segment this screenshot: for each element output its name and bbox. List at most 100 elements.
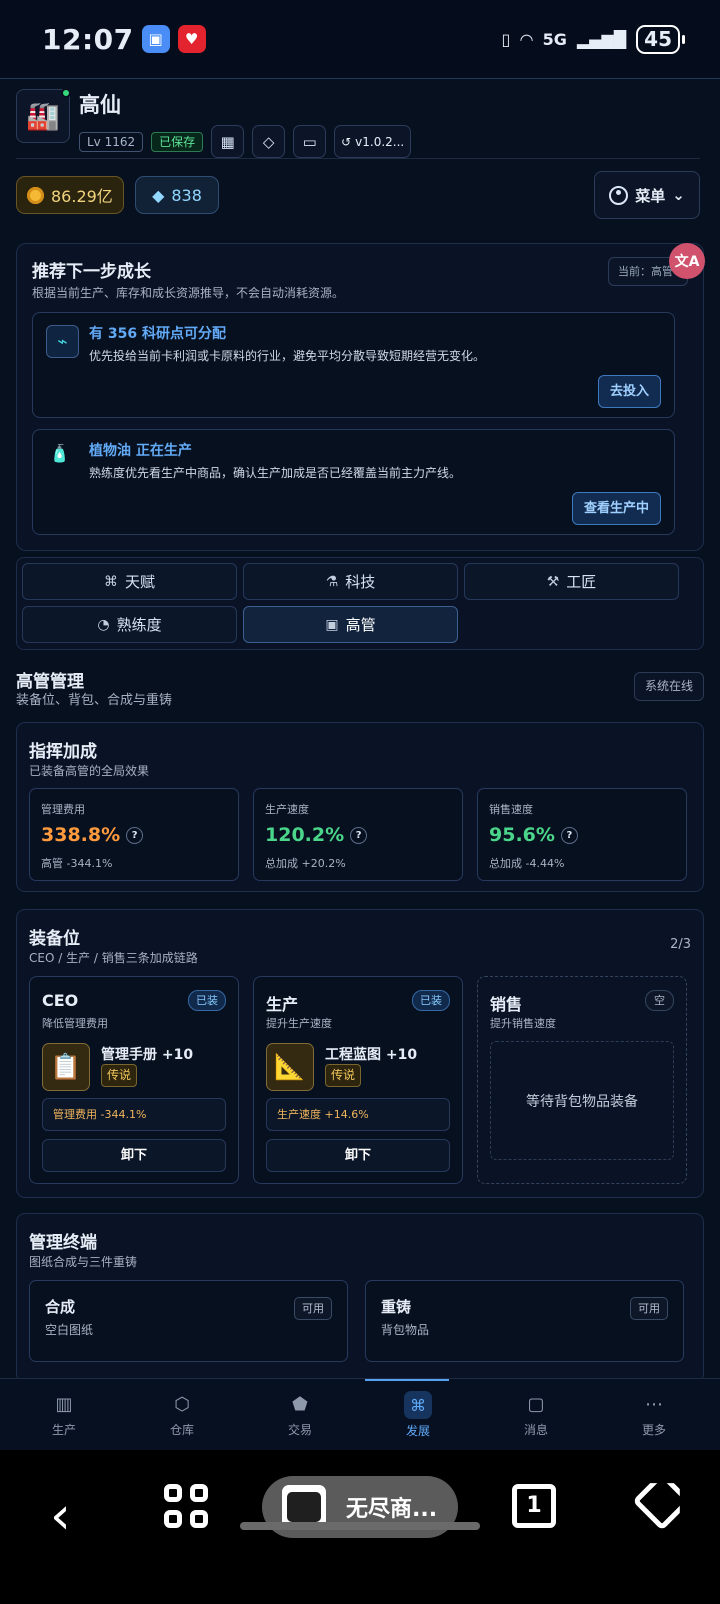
command-bonus-card: 指挥加成 已装备高管的全局效果 管理费用 338.8%? 高管 -344.1% …: [16, 722, 704, 892]
speed-icon: ◔: [97, 616, 110, 633]
more-icon: ⋯: [645, 1393, 663, 1415]
oil-bottle-icon: 🧴: [49, 444, 71, 464]
diamond-icon[interactable]: ◇: [252, 125, 286, 158]
app-content: 🏭 高仙 Lv 1162 已保存 ▦ ◇ ▭ ↺ v1.0.2... 86.29亿…: [0, 78, 720, 1383]
ceo-item-bonus: 管理费用 -344.1%: [42, 1098, 226, 1131]
level-badge: Lv 1162: [79, 131, 144, 152]
nav-messages-label: 消息: [523, 1422, 548, 1437]
production-item-bonus: 生产速度 +14.6%: [266, 1098, 450, 1131]
nav-production[interactable]: ▥ 生产: [5, 1379, 123, 1451]
sales-equipment-slot: 销售 提升销售速度 空 等待背包物品装备: [477, 976, 687, 1184]
tab-proficiency[interactable]: ◔ 熟练度: [22, 606, 237, 643]
equipment-slots-subtitle: CEO / 生产 / 销售三条加成链路: [29, 951, 198, 965]
translate-float-icon[interactable]: 文A: [669, 243, 705, 279]
nav-development[interactable]: ⌘ 发展: [359, 1379, 477, 1451]
command-bonus-title: 指挥加成: [29, 742, 97, 762]
status-time: 12:07: [42, 22, 134, 56]
research-advice-title: 有 356 科研点可分配: [89, 326, 226, 342]
tab-counter-icon[interactable]: 1: [512, 1484, 556, 1528]
invest-button[interactable]: 去投入: [597, 375, 661, 408]
equipment-slots-title: 装备位: [29, 929, 80, 949]
back-icon[interactable]: ‹: [50, 1490, 71, 1542]
research-advice-card: ⌁ 有 356 科研点可分配 优先投给当前卡利润或卡原料的行业，避免平均分散导致…: [32, 312, 675, 418]
sales-slot-subtitle: 提升销售速度: [490, 1017, 556, 1030]
sales-speed-note: 总加成 -4.44%: [489, 857, 565, 870]
nav-trade[interactable]: ⬟ 交易: [241, 1379, 359, 1451]
mobile-screen: 12:07 ▣ ♥ ▯ ◠ 5G ▂▄▆█ 45 🏭 高仙 Lv 1162 已保…: [0, 0, 720, 1604]
box-icon: ⬡: [174, 1393, 190, 1415]
nav-production-label: 生产: [51, 1422, 76, 1437]
help-icon[interactable]: ?: [350, 827, 368, 844]
ceo-equipped-badge: 已装: [188, 990, 226, 1011]
nav-messages[interactable]: ▢ 消息: [477, 1379, 595, 1451]
reforge-status: 可用: [630, 1297, 668, 1320]
management-cost-note: 高管 -344.1%: [41, 857, 113, 870]
ceo-unequip-button[interactable]: 卸下: [42, 1139, 226, 1172]
nav-more[interactable]: ⋯ 更多: [595, 1379, 713, 1451]
production-equipment-slot: 生产 提升生产速度 已装 📐 工程蓝图 +10 传说 生产速度 +14.6% 卸…: [253, 976, 463, 1184]
factory-avatar-icon[interactable]: 🏭: [16, 89, 70, 143]
reforge-subtitle: 背包物品: [381, 1323, 430, 1337]
production-unequip-button[interactable]: 卸下: [266, 1139, 450, 1172]
hammer-icon: ⚒: [546, 573, 560, 590]
sales-speed-label: 销售速度: [489, 803, 533, 816]
sales-slot-title: 销售: [490, 995, 523, 1014]
ceo-slot-title: CEO: [42, 991, 79, 1010]
briefcase-icon: ▣: [325, 616, 339, 633]
management-cost-label: 管理费用: [41, 803, 85, 816]
vibrate-icon: ▯: [501, 29, 511, 49]
help-icon[interactable]: ?: [560, 827, 578, 844]
tab-executive-label: 高管: [345, 616, 376, 634]
ceo-item-name: 管理手册 +10: [101, 1047, 194, 1063]
vault-app-icon: ▣: [141, 25, 170, 53]
profile-tags: Lv 1162 已保存 ▦ ◇ ▭ ↺ v1.0.2...: [79, 125, 412, 158]
tab-craftsman[interactable]: ⚒ 工匠: [464, 563, 679, 600]
nav-trade-label: 交易: [287, 1422, 312, 1437]
growth-tabs: ⌘ 天赋 ⚗ 科技 ⚒ 工匠 ◔ 熟练度 ▣ 高管: [16, 557, 704, 650]
chevron-down-icon: ⌄: [672, 186, 685, 204]
gem-value: 838: [171, 185, 202, 205]
synthesis-panel[interactable]: 合成 空白图纸 可用: [29, 1280, 348, 1362]
nav-warehouse-label: 仓库: [169, 1422, 194, 1437]
sales-waiting-box[interactable]: 等待背包物品装备: [490, 1041, 674, 1160]
equipment-slots-card: 装备位 CEO / 生产 / 销售三条加成链路 2/3 CEO 降低管理费用 已…: [16, 909, 704, 1198]
home-indicator[interactable]: [240, 1522, 480, 1530]
production-speed-stat: 生产速度 120.2%? 总加成 +20.2%: [253, 788, 463, 881]
factory-icon: ▥: [55, 1393, 73, 1415]
menu-button[interactable]: 菜单 ⌄: [594, 171, 700, 219]
management-terminal-card: 管理终端 图纸合成与三件重铸 合成 空白图纸 可用 重铸 背包物品 可用: [16, 1213, 704, 1383]
battery-icon: 45: [636, 24, 685, 54]
help-icon[interactable]: ?: [126, 827, 144, 844]
synthesis-status: 可用: [294, 1297, 332, 1320]
reforge-panel[interactable]: 重铸 背包物品 可用: [365, 1280, 684, 1362]
growth-icon: ⌘: [404, 1391, 432, 1419]
ceo-slot-subtitle: 降低管理费用: [42, 1017, 108, 1030]
recommendation-panel: 推荐下一步成长 根据当前生产、库存和成长资源推导，不会自动消耗资源。 当前：高管…: [16, 243, 705, 551]
gold-value: 86.29亿: [51, 187, 113, 206]
nav-warehouse[interactable]: ⬡ 仓库: [123, 1379, 241, 1451]
production-speed-note: 总加成 +20.2%: [265, 857, 346, 870]
tab-talent[interactable]: ⌘ 天赋: [22, 563, 237, 600]
account-icon: [609, 185, 629, 205]
production-speed-value: 120.2%?: [265, 824, 368, 846]
production-equipped-badge: 已装: [412, 990, 450, 1011]
tab-tech[interactable]: ⚗ 科技: [243, 563, 458, 600]
current-app-label: 无尽商...: [346, 1497, 438, 1522]
management-terminal-title: 管理终端: [29, 1233, 97, 1253]
production-advice-card: 🧴 植物油 正在生产 熟练度优先看生产中商品，确认生产加成是否已经覆盖当前主力产…: [32, 429, 675, 535]
sales-speed-stat: 销售速度 95.6%? 总加成 -4.44%: [477, 788, 687, 881]
production-slot-subtitle: 提升生产速度: [266, 1017, 332, 1030]
nav-more-label: 更多: [641, 1422, 666, 1437]
wifi-icon: ◠: [520, 29, 533, 49]
home-icon[interactable]: [632, 1471, 691, 1530]
gamepad-icon[interactable]: ▭: [293, 125, 327, 158]
management-cost-stat: 管理费用 338.8%? 高管 -344.1%: [29, 788, 239, 881]
recent-apps-icon[interactable]: [164, 1484, 208, 1528]
version-button[interactable]: ↺ v1.0.2...: [334, 125, 412, 158]
calendar-icon[interactable]: ▦: [211, 125, 245, 158]
tab-executive[interactable]: ▣ 高管: [243, 606, 458, 643]
talent-icon: ⌘: [103, 573, 118, 590]
gem-balance: ◆ 838: [135, 176, 219, 214]
online-status-dot: [61, 88, 71, 98]
view-production-button[interactable]: 查看生产中: [571, 492, 661, 525]
